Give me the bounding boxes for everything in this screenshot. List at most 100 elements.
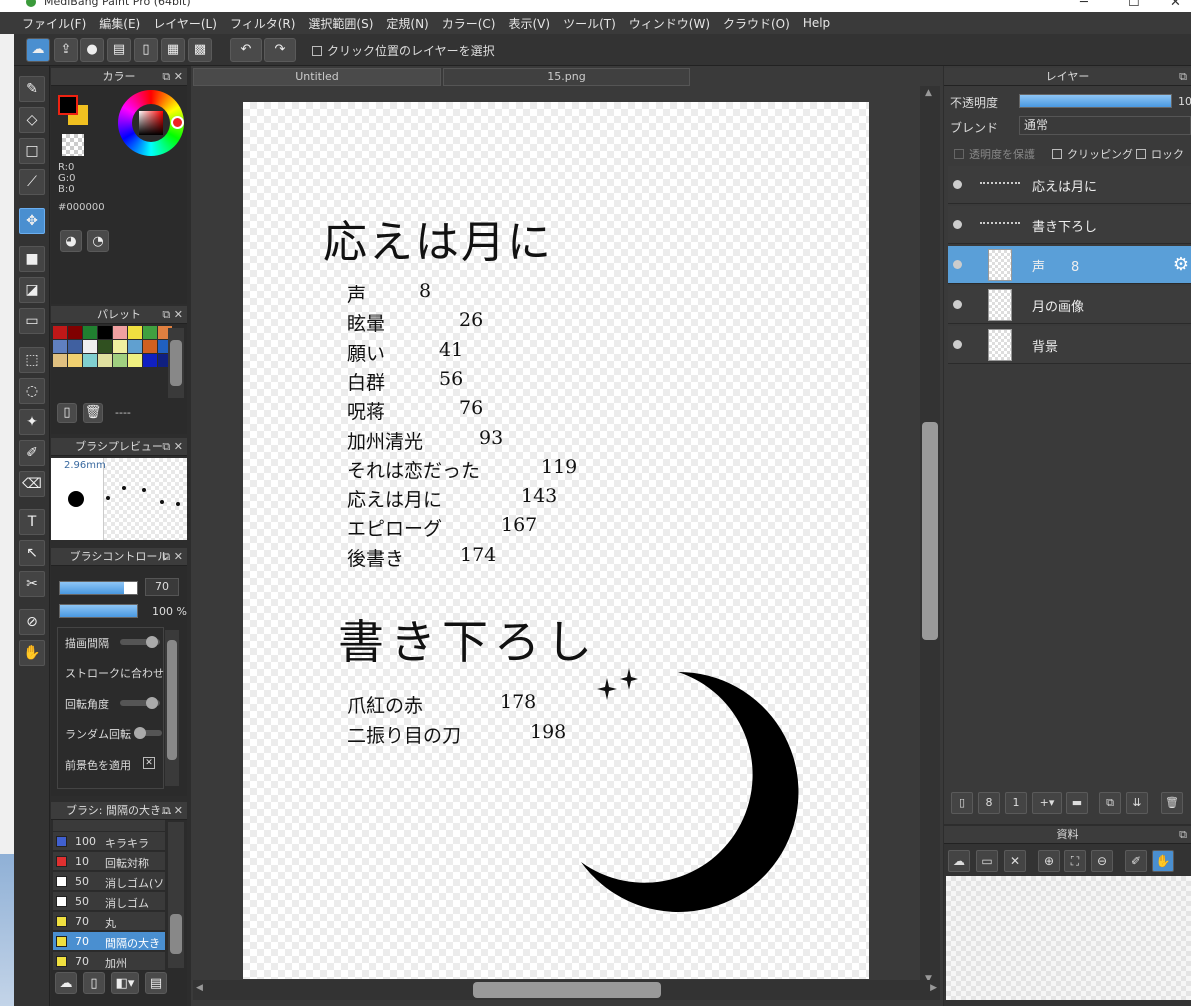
merge-layer-icon[interactable]: ⇊ — [1126, 792, 1148, 814]
select-eraser-icon[interactable]: ⌫ — [19, 471, 45, 497]
palette-color-swatch[interactable] — [113, 354, 127, 367]
eraser-tool-icon[interactable]: ◇ — [19, 107, 45, 133]
close-window-icon[interactable]: ✕ — [1170, 0, 1181, 10]
brush-list-item[interactable]: 50 消しゴム — [53, 892, 165, 911]
cloud-material-icon[interactable]: ☁ — [948, 850, 970, 872]
brush-list-item[interactable]: 70 加州 — [53, 952, 165, 971]
brush-list-item[interactable]: 100 キラキラ — [53, 832, 165, 851]
undo-icon[interactable]: ↶ — [230, 38, 262, 62]
layer-row[interactable]: 応えは月に — [948, 166, 1191, 204]
eyedropper-icon[interactable]: ✐ — [1125, 850, 1147, 872]
brush-control-scrollbar[interactable] — [165, 630, 179, 786]
grid-icon[interactable]: ▩ — [188, 38, 212, 62]
close-material-icon[interactable]: ✕ — [1004, 850, 1026, 872]
brush-type-icon[interactable]: ◧▾ — [111, 972, 139, 994]
menu-window[interactable]: ウィンドウ(W) — [629, 15, 710, 32]
canvas-vertical-scrollbar[interactable]: ▲ ▼ — [920, 86, 940, 986]
layer-row[interactable]: 書き下ろし — [948, 206, 1191, 244]
panel-close-icon[interactable]: ⧉ ✕ — [162, 68, 183, 86]
palette-color-swatch[interactable] — [128, 354, 142, 367]
select-layer-checkbox[interactable] — [312, 45, 322, 56]
palette-color-swatch[interactable] — [98, 340, 112, 353]
panel-close-icon[interactable]: ⧉ ✕ — [162, 438, 183, 456]
lock-checkbox[interactable] — [1136, 149, 1146, 159]
brush-settings-icon[interactable]: ▤ — [145, 972, 167, 994]
select-pen-icon[interactable]: ✐ — [19, 440, 45, 466]
apply-fg-color-checkbox[interactable]: ✕ — [143, 757, 155, 769]
visibility-icon[interactable] — [953, 180, 962, 189]
panel-float-icon[interactable]: ⧉ — [1179, 68, 1187, 86]
layer-opacity-slider[interactable] — [1019, 94, 1172, 108]
palette-color-swatch[interactable] — [128, 340, 142, 353]
zoom-out-icon[interactable]: ⊖ — [1091, 850, 1113, 872]
palette-color-swatch[interactable] — [113, 340, 127, 353]
add-palette-icon[interactable]: ▯ — [57, 403, 77, 423]
palette-color-swatch[interactable] — [53, 340, 67, 353]
palette-color-swatch[interactable] — [143, 354, 157, 367]
new-1bit-layer-icon[interactable]: 1 — [1005, 792, 1027, 814]
palette-scrollbar[interactable] — [168, 328, 184, 398]
ruler-tool-icon[interactable]: ⟋ — [19, 169, 45, 195]
palette-color-swatch[interactable] — [128, 326, 142, 339]
gradient-tool-icon[interactable]: ▭ — [19, 308, 45, 334]
palette-color-swatch[interactable] — [68, 354, 82, 367]
panel-close-icon[interactable]: ⧉ ✕ — [162, 802, 183, 820]
palette-color-swatch[interactable] — [53, 326, 67, 339]
divide-tool-icon[interactable]: ✂ — [19, 571, 45, 597]
redo-icon[interactable]: ↷ — [264, 38, 296, 62]
dot-tool-icon[interactable]: □ — [19, 138, 45, 164]
menu-cloud[interactable]: クラウド(O) — [723, 15, 790, 32]
canvas[interactable]: 応えは月に 声 8 眩暈 26 願い 41 白群 56 呪蒋 76 加州清光 93 それは恋だった 119… — [243, 102, 869, 979]
zoom-in-icon[interactable]: ⊕ — [1038, 850, 1060, 872]
palette-color-swatch[interactable] — [98, 354, 112, 367]
layer-row[interactable]: 背景 — [948, 326, 1191, 364]
page-list-icon[interactable]: ▦ — [161, 38, 185, 62]
layer-settings-gear-icon[interactable]: ⚙ — [1173, 254, 1189, 275]
palette-color-swatch[interactable] — [83, 326, 97, 339]
operation-tool-icon[interactable]: ↖ — [19, 540, 45, 566]
menu-tool[interactable]: ツール(T) — [563, 15, 616, 32]
palette-color-swatch[interactable] — [113, 326, 127, 339]
clipping-checkbox[interactable] — [1052, 149, 1062, 159]
brush-list-item[interactable]: 70 間隔の大き — [53, 932, 165, 951]
palette-grid[interactable] — [53, 326, 172, 367]
lasso-select-icon[interactable]: ◌ — [19, 378, 45, 404]
brush-list-scrollbar[interactable] — [168, 822, 184, 968]
fit-icon[interactable]: ⛶ — [1064, 850, 1086, 872]
eyedropper-tool-icon[interactable]: ⊘ — [19, 609, 45, 635]
rect-select-icon[interactable]: ⬚ — [19, 347, 45, 373]
palette-color-swatch[interactable] — [68, 326, 82, 339]
new-8bit-layer-icon[interactable]: 8 — [978, 792, 1000, 814]
palette-color-swatch[interactable] — [83, 340, 97, 353]
hue-picker[interactable] — [171, 116, 184, 129]
open-folder-icon[interactable]: ▭ — [976, 850, 998, 872]
brush-list-item[interactable]: 50 消しゴム(ソフ — [53, 872, 165, 891]
color-set-icon[interactable]: ◔ — [87, 230, 109, 252]
tab-15png[interactable]: 15.png — [443, 68, 690, 86]
share-icon[interactable]: ⇪ — [54, 38, 78, 62]
hand-tool-icon[interactable]: ✋ — [19, 640, 45, 666]
brush-size-slider[interactable] — [59, 581, 138, 595]
tab-untitled[interactable]: Untitled — [193, 68, 441, 86]
blend-mode-select[interactable]: 通常 — [1019, 116, 1191, 135]
new-folder-icon[interactable]: ▬ — [1066, 792, 1088, 814]
brush-size-value[interactable]: 70 — [145, 578, 179, 596]
menu-help[interactable]: Help — [803, 16, 830, 30]
color-square[interactable] — [139, 111, 163, 135]
menu-view[interactable]: 表示(V) — [508, 15, 550, 32]
text-tool-icon[interactable]: T — [19, 509, 45, 535]
menu-filter[interactable]: フィルタ(R) — [230, 15, 295, 32]
rotation-angle-slider[interactable] — [120, 697, 160, 709]
panel-close-icon[interactable]: ⧉ ✕ — [162, 548, 183, 566]
visibility-icon[interactable] — [953, 260, 962, 269]
brush-opacity-slider[interactable] — [59, 604, 138, 618]
magic-wand-icon[interactable]: ✦ — [19, 409, 45, 435]
layer-row-selected[interactable]: 声 8 ⚙ — [948, 246, 1191, 284]
cloud-icon[interactable]: ☁ — [26, 38, 50, 62]
brush-list-item[interactable]: 10 回転対称 — [53, 852, 165, 871]
delete-palette-icon[interactable]: 🗑 — [83, 403, 103, 423]
fill-rect-tool-icon[interactable]: ■ — [19, 246, 45, 272]
visibility-icon[interactable] — [953, 300, 962, 309]
clipping[interactable]: クリッピング — [1052, 146, 1133, 162]
speech-bubble-icon[interactable]: ● — [80, 38, 104, 62]
